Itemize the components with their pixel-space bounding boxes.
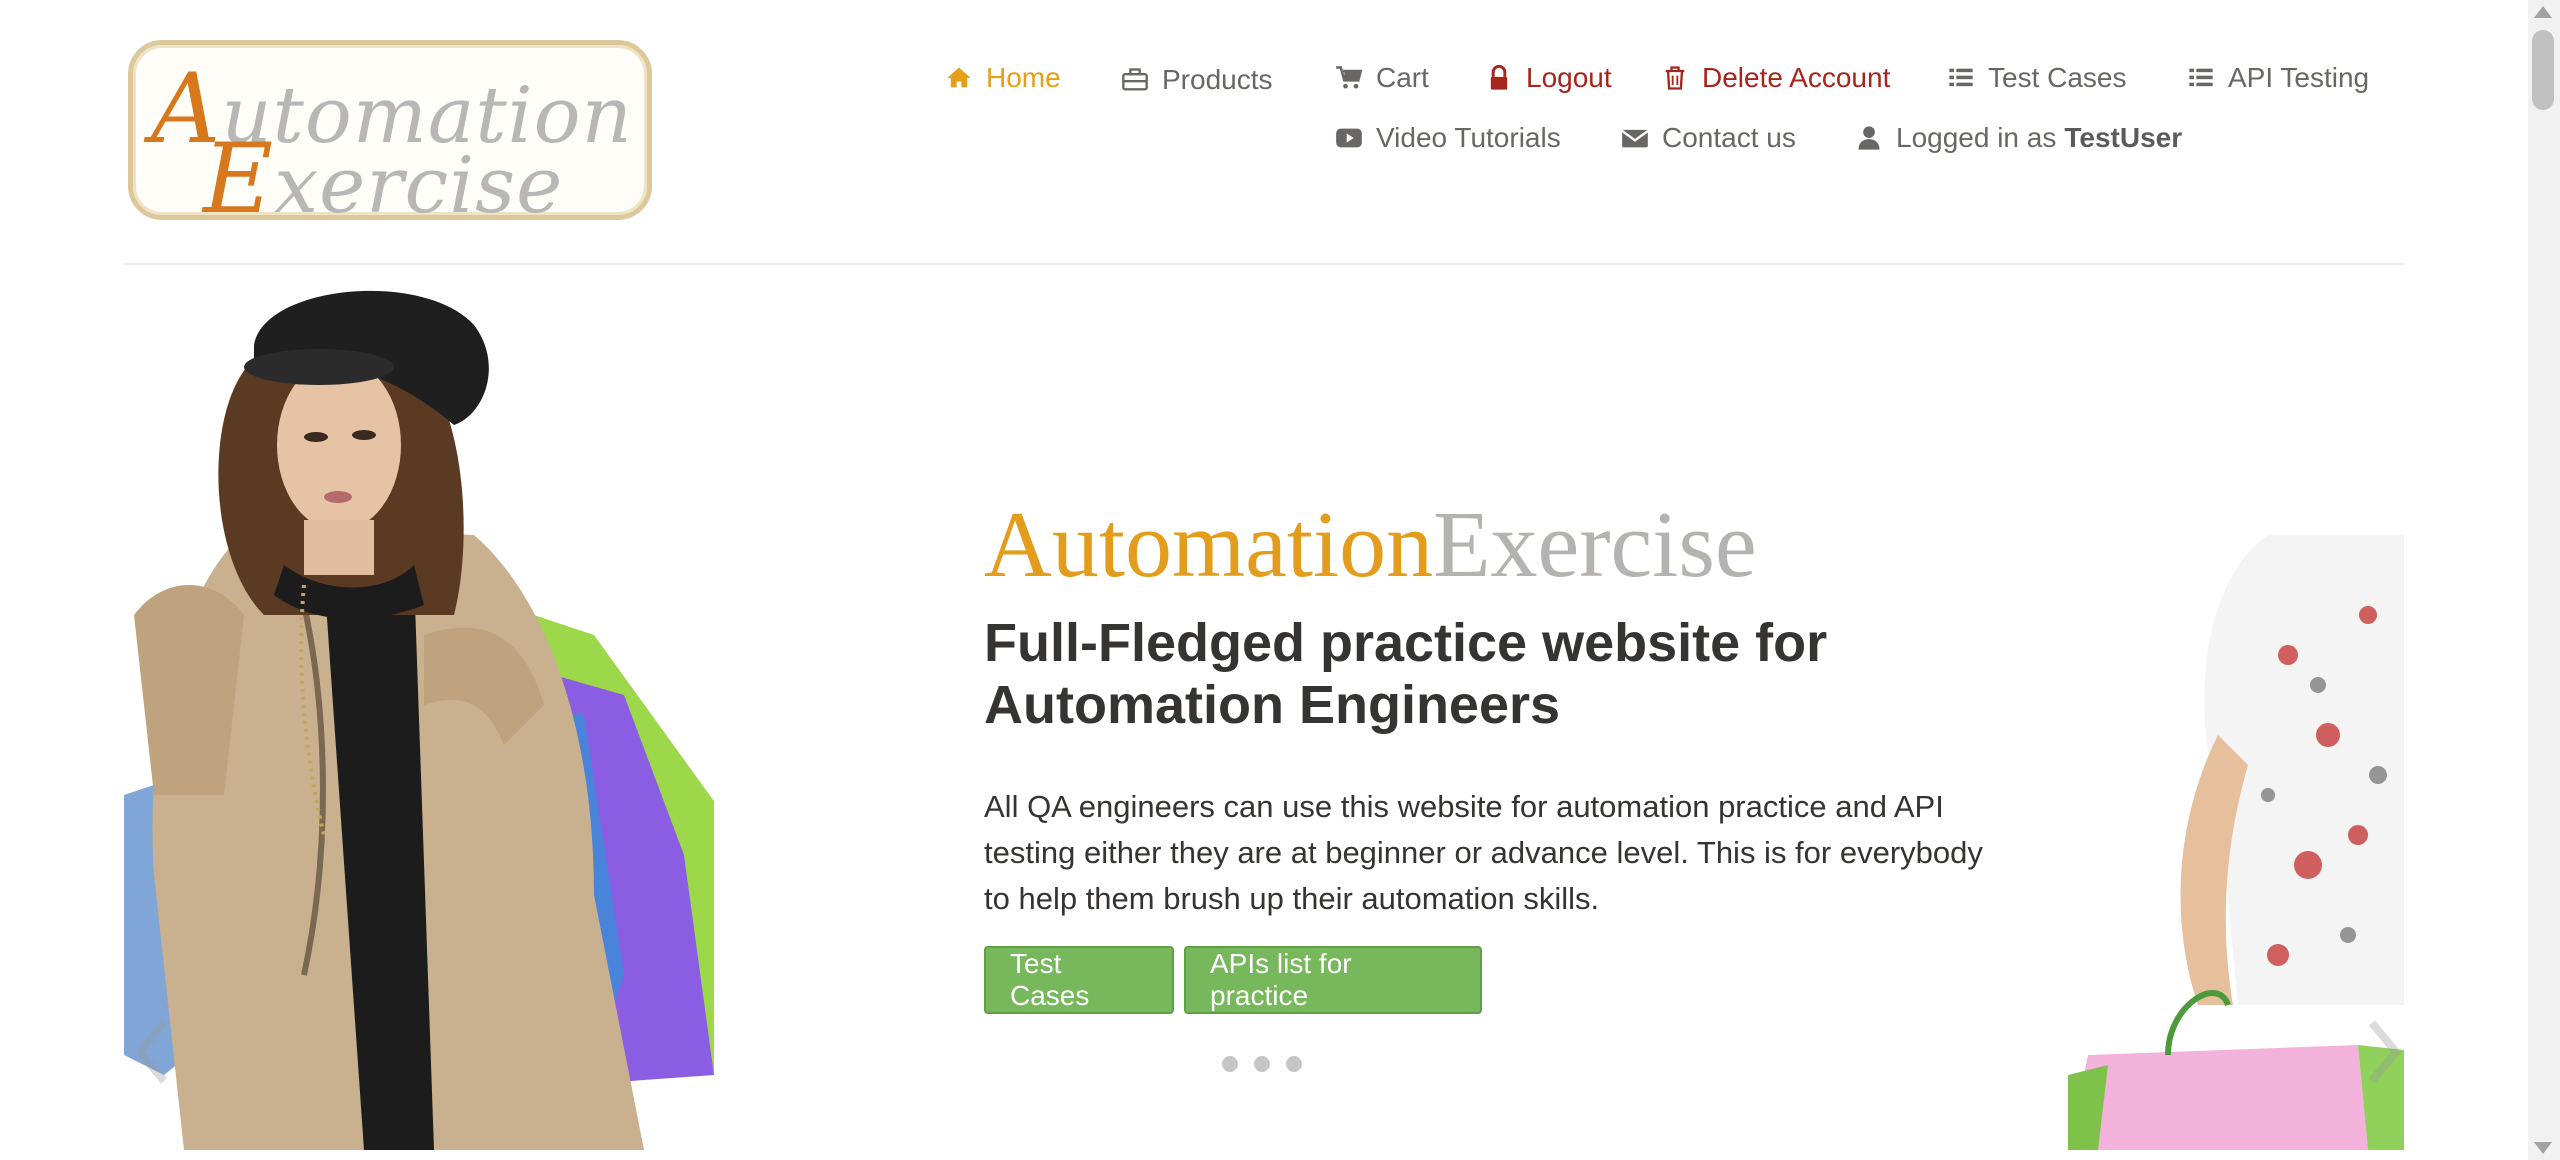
hero-buttons: Test Cases APIs list for practice <box>984 946 1482 1014</box>
hero-content: AutomationExercise Full-Fledged practice… <box>984 490 1984 922</box>
scroll-thumb[interactable] <box>2532 30 2554 110</box>
nav-video-tutorials[interactable]: Video Tutorials <box>1334 116 1561 160</box>
hero-brand-title: AutomationExercise <box>984 493 1757 597</box>
nav-delete-account[interactable]: Delete Account <box>1660 56 1890 100</box>
youtube-play-icon <box>1334 123 1364 153</box>
test-cases-button[interactable]: Test Cases <box>984 946 1174 1014</box>
list-icon <box>2186 63 2216 93</box>
hero-heading: Full-Fledged practice website for Automa… <box>984 613 1828 735</box>
nav-test-cases[interactable]: Test Cases <box>1946 56 2127 100</box>
carousel-dot[interactable] <box>1286 1056 1302 1072</box>
nav-api-testing[interactable]: API Testing <box>2186 56 2369 100</box>
envelope-icon <box>1620 123 1650 153</box>
carousel-indicators <box>1222 1056 1302 1072</box>
nav-logout[interactable]: Logout <box>1484 56 1612 100</box>
user-icon <box>1854 123 1884 153</box>
page-scrollbar[interactable] <box>2528 0 2560 1160</box>
apis-list-button[interactable]: APIs list for practice <box>1184 946 1482 1014</box>
nav-home[interactable]: Home <box>944 56 1061 100</box>
trash-icon <box>1660 63 1690 93</box>
nav-products[interactable]: Products <box>1120 58 1273 102</box>
nav-contact-us[interactable]: Contact us <box>1620 116 1796 160</box>
carousel-dot[interactable] <box>1254 1056 1270 1072</box>
carousel-prev-arrow[interactable] <box>132 1017 172 1087</box>
hero-model-image-right <box>2068 535 2404 1150</box>
nav-logged-in-user[interactable]: Logged in as TestUser <box>1854 116 2182 160</box>
carousel-next-arrow[interactable] <box>2364 1017 2404 1087</box>
scroll-up-arrow[interactable] <box>2534 6 2552 18</box>
carousel-dot[interactable] <box>1222 1056 1238 1072</box>
lock-icon <box>1484 63 1514 93</box>
nav-cart[interactable]: Cart <box>1334 56 1429 100</box>
list-icon <box>1946 63 1976 93</box>
home-icon <box>944 63 974 93</box>
hero-model-image <box>124 290 714 1150</box>
scroll-down-arrow[interactable] <box>2534 1142 2552 1154</box>
hero-description: All QA engineers can use this website fo… <box>984 789 1983 916</box>
main-nav: Home Products Cart Logout Delete Account… <box>0 56 2560 196</box>
briefcase-icon <box>1120 65 1150 95</box>
cart-icon <box>1334 63 1364 93</box>
